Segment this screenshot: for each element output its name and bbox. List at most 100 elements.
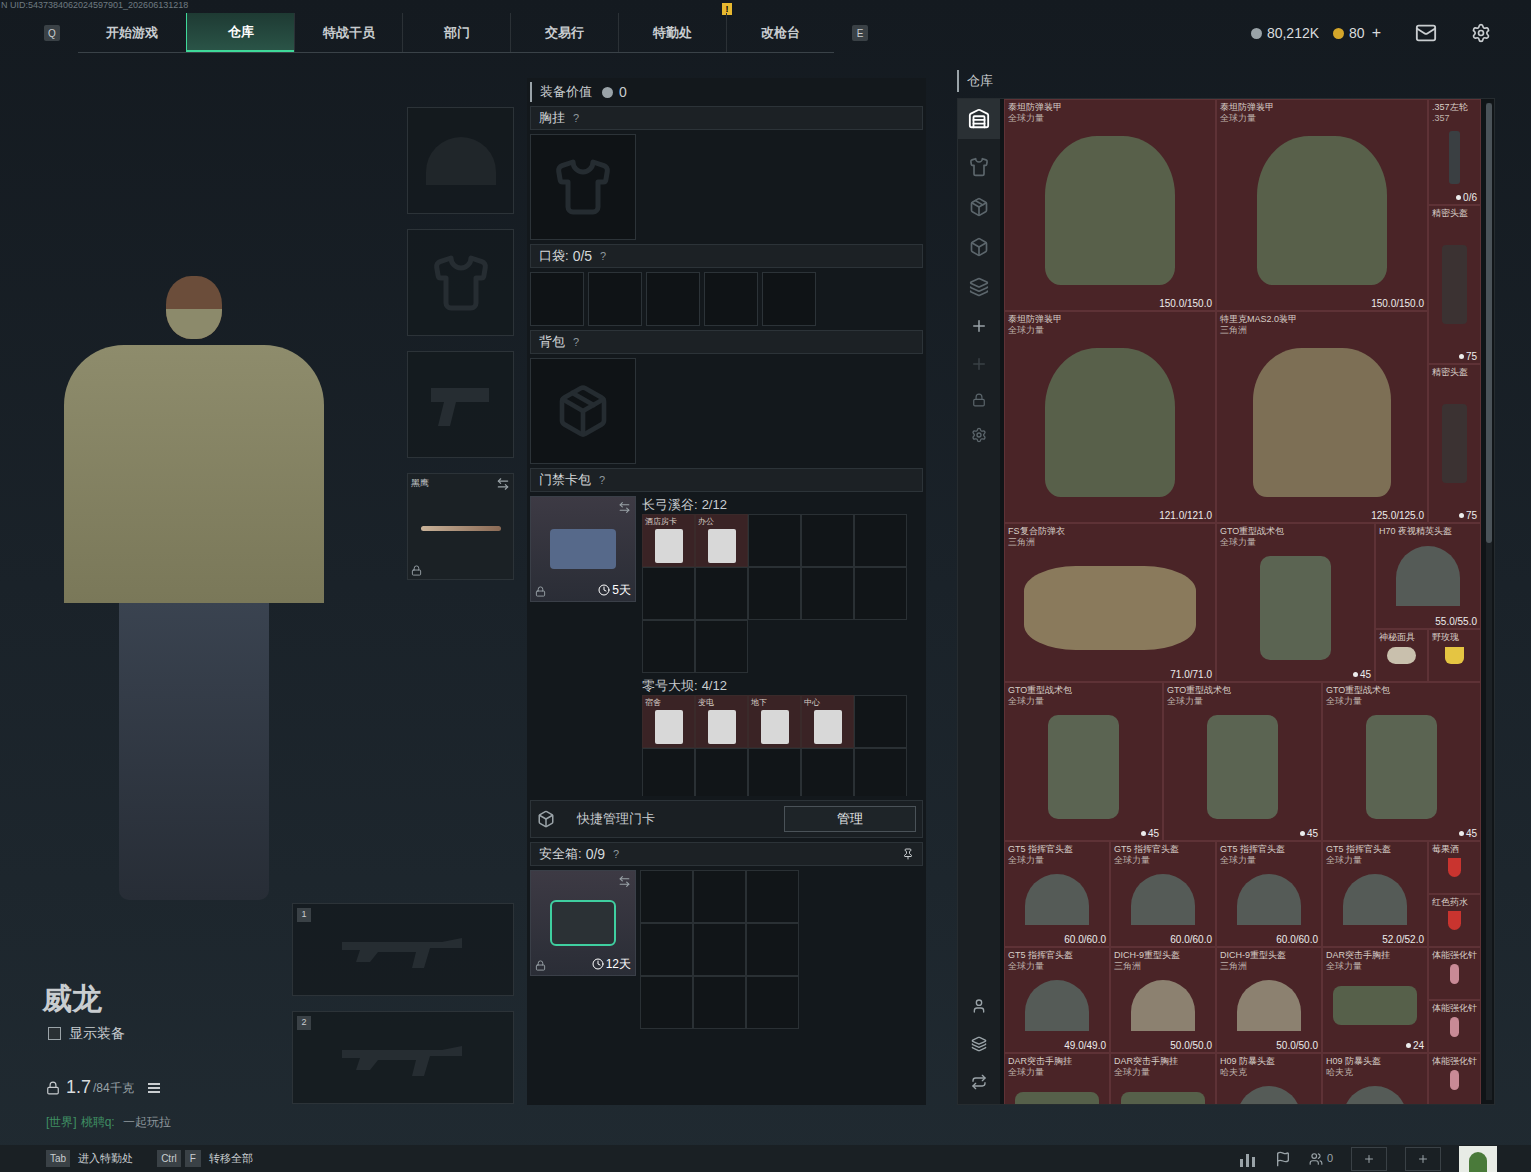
add-coins-button[interactable]: + [1372, 21, 1381, 45]
main-tab[interactable]: 部门 [402, 13, 510, 52]
warehouse-item[interactable]: GT5 指挥官头盔全球力量52.0/52.0 [1322, 841, 1428, 947]
checkbox[interactable] [48, 1027, 61, 1040]
grid-cell[interactable] [642, 620, 695, 673]
show-equipment-toggle[interactable]: 显示装备 [48, 1023, 292, 1044]
person-icon[interactable] [971, 998, 987, 1014]
grid-cell[interactable] [854, 567, 907, 620]
warehouse-tab[interactable] [958, 99, 1000, 139]
list-icon[interactable] [148, 1083, 160, 1093]
keycard[interactable]: 地下 [748, 695, 801, 748]
main-tab[interactable]: 改枪台 [726, 13, 834, 52]
warehouse-item[interactable]: 精密头盔75 [1428, 205, 1481, 364]
manage-button[interactable]: 管理 [784, 806, 916, 832]
sort-icon[interactable] [971, 1074, 987, 1090]
warehouse-item[interactable]: DAR突击手胸挂全球力量 [1004, 1053, 1110, 1104]
main-tab[interactable]: 仓库 [186, 13, 294, 52]
warehouse-item[interactable]: GT5 指挥官头盔全球力量49.0/49.0 [1004, 947, 1110, 1053]
friends-count[interactable]: 0 [1309, 1150, 1333, 1167]
storage-tab-icon[interactable] [969, 197, 989, 217]
grid-cell[interactable] [640, 976, 693, 1029]
warehouse-item[interactable]: 特里克MAS2.0装甲三角洲125.0/125.0 [1216, 311, 1428, 523]
warehouse-item[interactable]: GTO重型战术包全球力量45 [1004, 682, 1163, 841]
warehouse-item[interactable]: GT5 指挥官头盔全球力量60.0/60.0 [1216, 841, 1322, 947]
help-mark[interactable]: ? [573, 334, 579, 351]
grid-cell[interactable] [801, 748, 854, 796]
warehouse-item[interactable]: 体能强化针 [1428, 947, 1481, 1000]
flag-icon[interactable] [1275, 1151, 1291, 1167]
pocket-slot[interactable] [646, 272, 700, 326]
swap-icon[interactable] [618, 501, 631, 514]
warehouse-item[interactable]: 红色药水 [1428, 894, 1481, 947]
swap-icon[interactable] [496, 477, 510, 491]
warehouse-item[interactable]: FS复合防弹衣三角洲71.0/71.0 [1004, 523, 1216, 682]
pocket-slot[interactable] [762, 272, 816, 326]
grid-cell[interactable] [748, 748, 801, 796]
warehouse-item[interactable]: 体能强化针 [1428, 1000, 1481, 1053]
warehouse-item[interactable]: GTO重型战术包全球力量45 [1216, 523, 1375, 682]
scrollbar[interactable] [1486, 103, 1492, 1100]
grid-cell[interactable] [693, 870, 746, 923]
warehouse-item[interactable]: DICH-9重型头盔三角洲50.0/50.0 [1216, 947, 1322, 1053]
warehouse-item[interactable]: GTO重型战术包全球力量45 [1322, 682, 1481, 841]
warehouse-item[interactable]: 莓果酒 [1428, 841, 1481, 894]
warehouse-item[interactable]: H09 防暴头盔哈夫克 [1322, 1053, 1428, 1104]
warehouse-item[interactable]: 野玫瑰 [1428, 629, 1481, 682]
main-tab[interactable]: 交易行 [510, 13, 618, 52]
warehouse-item[interactable]: GT5 指挥官头盔全球力量60.0/60.0 [1004, 841, 1110, 947]
warehouse-item[interactable]: 泰坦防弹装甲全球力量121.0/121.0 [1004, 311, 1216, 523]
chest-slot[interactable] [530, 134, 636, 240]
swap-icon[interactable] [618, 875, 631, 888]
warehouse-item[interactable]: .357左轮.3570/6 [1428, 99, 1481, 205]
key-hint[interactable]: CtrlF转移全部 [157, 1150, 253, 1167]
storage-tab-icon[interactable] [969, 237, 989, 257]
chat-line[interactable]: [世界]桃聘q:一起玩拉 [0, 1113, 527, 1131]
warehouse-item[interactable]: GT5 指挥官头盔全球力量60.0/60.0 [1110, 841, 1216, 947]
grid-cell[interactable] [854, 514, 907, 567]
grid-cell[interactable] [693, 923, 746, 976]
help-mark[interactable]: ? [613, 846, 619, 863]
grid-cell[interactable] [748, 567, 801, 620]
warehouse-item[interactable]: H09 防暴头盔哈夫克 [1216, 1053, 1322, 1104]
safebox[interactable]: 12天 [530, 870, 636, 976]
invite-slot[interactable] [1351, 1147, 1387, 1171]
warehouse-item[interactable]: 泰坦防弹装甲全球力量150.0/150.0 [1216, 99, 1428, 311]
stats-icon[interactable] [1239, 1151, 1257, 1167]
next-key[interactable]: E [852, 25, 868, 41]
key-hint[interactable]: Tab进入特勤处 [46, 1150, 133, 1167]
gear-icon[interactable] [971, 427, 987, 443]
prev-key[interactable]: Q [44, 25, 60, 41]
pocket-slot[interactable] [588, 272, 642, 326]
warehouse-item[interactable]: H70 夜视精英头盔55.0/55.0 [1375, 523, 1481, 629]
keycard[interactable]: 中心 [801, 695, 854, 748]
grid-cell[interactable] [640, 870, 693, 923]
help-mark[interactable]: ? [600, 248, 606, 265]
warehouse-item[interactable]: 体能强化针 [1428, 1053, 1481, 1104]
warehouse-item[interactable]: DAR突击手胸挂全球力量 [1110, 1053, 1216, 1104]
storage-tab-icon[interactable] [969, 277, 989, 297]
help-mark[interactable]: ? [599, 472, 605, 489]
weapon-slot[interactable]: 2 [292, 1011, 514, 1104]
grid-cell[interactable] [801, 514, 854, 567]
backpack-slot[interactable] [530, 358, 636, 464]
main-tab[interactable]: 特勤处! [618, 13, 726, 52]
grid-cell[interactable] [746, 870, 799, 923]
grid-cell[interactable] [746, 923, 799, 976]
grid-cell[interactable] [748, 514, 801, 567]
warehouse-item[interactable]: DICH-9重型头盔三角洲50.0/50.0 [1110, 947, 1216, 1053]
grid-cell[interactable] [695, 748, 748, 796]
main-tab[interactable]: 特战干员 [294, 13, 402, 52]
melee-slot[interactable]: 黑鹰 [407, 473, 514, 580]
main-tab[interactable]: 开始游戏 [78, 13, 186, 52]
weapon-slot[interactable]: 1 [292, 903, 514, 996]
grid-cell[interactable] [695, 620, 748, 673]
player-avatar[interactable] [1459, 1146, 1497, 1172]
helmet-slot[interactable] [407, 107, 514, 214]
warehouse-item[interactable]: 精密头盔75 [1428, 364, 1481, 523]
keycard[interactable]: 宿舍 [642, 695, 695, 748]
warehouse-item[interactable]: 泰坦防弹装甲全球力量150.0/150.0 [1004, 99, 1216, 311]
warehouse-item[interactable]: DAR突击手胸挂全球力量24 [1322, 947, 1428, 1053]
keycard-case[interactable]: 5天 [530, 496, 636, 602]
warehouse-item[interactable]: 神秘面具 [1375, 629, 1428, 682]
pistol-slot[interactable] [407, 351, 514, 458]
grid-cell[interactable] [695, 567, 748, 620]
